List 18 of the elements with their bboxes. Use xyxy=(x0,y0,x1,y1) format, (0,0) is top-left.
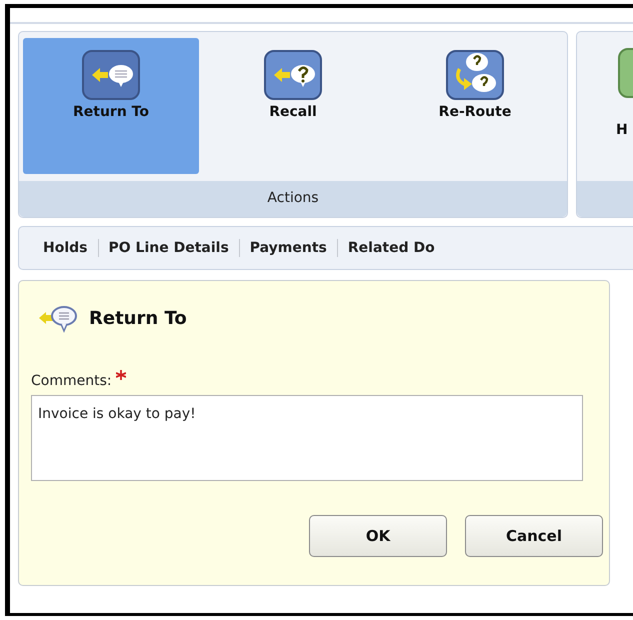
group-label: Actions xyxy=(19,181,567,217)
ribbon-button[interactable]: Return To xyxy=(23,38,199,174)
comments-label: Comments: xyxy=(31,373,112,389)
return-comment-icon xyxy=(37,303,79,333)
recall-question-icon xyxy=(262,48,324,102)
tab[interactable]: Holds xyxy=(33,240,98,256)
ribbon-button[interactable]: Re-Route xyxy=(387,38,563,174)
ok-button[interactable]: OK xyxy=(309,515,447,557)
tab[interactable]: Related Do xyxy=(338,240,445,256)
tab[interactable]: PO Line Details xyxy=(98,240,239,256)
panel-title: Return To xyxy=(89,308,187,328)
reroute-questions-icon xyxy=(444,48,506,102)
comments-field[interactable]: Invoice is okay to pay! xyxy=(31,395,583,481)
tab[interactable]: Payments xyxy=(240,240,337,256)
return-comment-icon xyxy=(80,48,142,102)
cancel-button[interactable]: Cancel xyxy=(465,515,603,557)
ribbon-button[interactable]: H xyxy=(581,38,633,174)
ribbon-button[interactable]: Recall xyxy=(205,38,381,174)
